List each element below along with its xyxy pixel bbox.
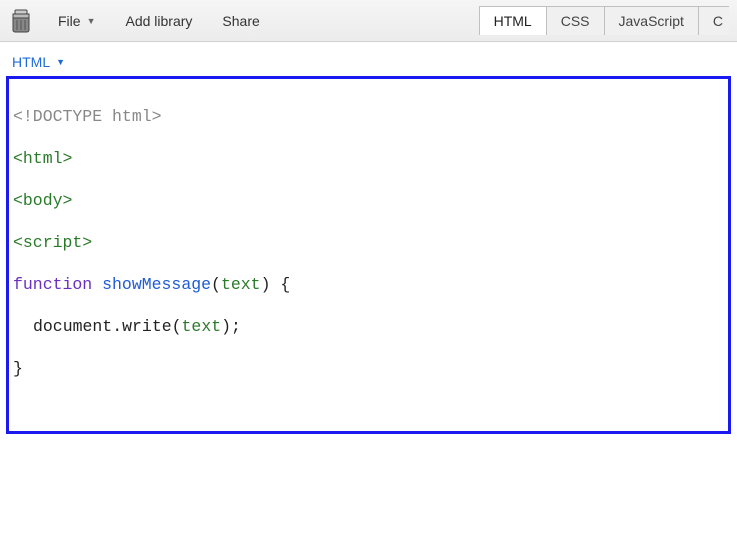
code-token: ); bbox=[221, 317, 241, 336]
add-library-label: Add library bbox=[125, 13, 192, 29]
code-token: showMessage bbox=[102, 275, 211, 294]
code-token: <body> bbox=[13, 191, 72, 210]
code-token: text bbox=[221, 275, 261, 294]
editor-header: HTML ▼ bbox=[0, 42, 737, 76]
code-token: <html> bbox=[13, 149, 72, 168]
code-token: <script> bbox=[13, 233, 92, 252]
add-library-button[interactable]: Add library bbox=[113, 7, 204, 35]
code-token: function bbox=[13, 275, 92, 294]
jsbin-logo-icon[interactable] bbox=[8, 8, 34, 34]
panel-tabs: HTML CSS JavaScript C bbox=[480, 6, 729, 35]
tab-console-cut[interactable]: C bbox=[698, 6, 729, 35]
code-token: document.write( bbox=[33, 317, 182, 336]
tab-css[interactable]: CSS bbox=[546, 6, 605, 35]
caret-down-icon: ▼ bbox=[56, 57, 65, 67]
code-token: ) { bbox=[261, 275, 291, 294]
caret-down-icon: ▼ bbox=[87, 16, 96, 26]
code-token: <!DOCTYPE html> bbox=[13, 107, 162, 126]
panel-type-dropdown[interactable]: HTML ▼ bbox=[12, 54, 65, 70]
code-editor[interactable]: <!DOCTYPE html> <html> <body> <script> f… bbox=[6, 76, 731, 434]
file-menu[interactable]: File ▼ bbox=[46, 7, 107, 35]
panel-type-label: HTML bbox=[12, 54, 50, 70]
share-label: Share bbox=[222, 13, 259, 29]
toolbar: File ▼ Add library Share HTML CSS JavaSc… bbox=[0, 0, 737, 42]
share-button[interactable]: Share bbox=[210, 7, 271, 35]
code-token: ( bbox=[211, 275, 221, 294]
code-token: text bbox=[182, 317, 222, 336]
tab-javascript[interactable]: JavaScript bbox=[604, 6, 699, 35]
tab-html[interactable]: HTML bbox=[479, 6, 547, 35]
code-token: } bbox=[13, 359, 23, 378]
file-label: File bbox=[58, 13, 81, 29]
